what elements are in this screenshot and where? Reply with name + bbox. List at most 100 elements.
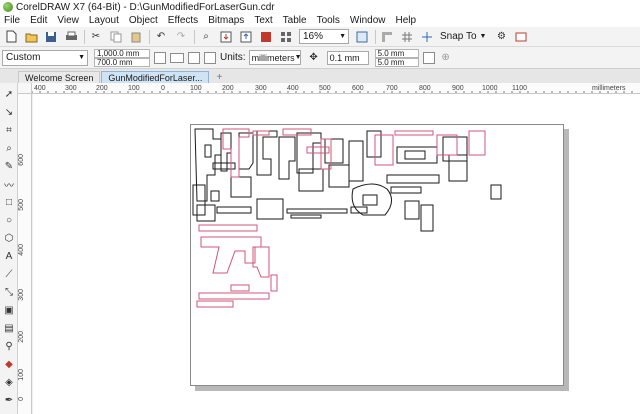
toolbar-separator <box>375 29 376 44</box>
horizontal-ruler-ticks <box>32 91 633 93</box>
coreldraw-logo-icon <box>3 2 13 12</box>
parallel-dimension-tool-icon[interactable]: ⟋ <box>3 268 15 280</box>
ruler-tick-label: 400 <box>18 244 25 256</box>
drawing-canvas[interactable] <box>33 94 640 414</box>
new-icon[interactable] <box>4 30 18 44</box>
export-icon[interactable] <box>239 30 253 44</box>
page-width-field[interactable]: 1,000.0 mm <box>94 48 150 58</box>
horizontal-ruler[interactable]: 400 300 200 100 0 100 200 300 400 500 60… <box>32 83 640 94</box>
application-launcher-icon[interactable] <box>514 30 528 44</box>
publish-pdf-icon[interactable] <box>259 30 273 44</box>
smart-fill-tool-icon[interactable]: ◈ <box>3 376 15 388</box>
import-icon[interactable] <box>219 30 233 44</box>
add-icon[interactable]: ⊕ <box>439 51 453 65</box>
page-size-preset-value: Custom <box>6 52 41 63</box>
new-tab-plus-icon[interactable]: + <box>213 71 225 83</box>
document-tabs: Welcome Screen GunModifiedForLaser... + <box>0 69 640 83</box>
menu-object[interactable]: Object <box>129 15 158 26</box>
outline-pen-icon[interactable]: ✒ <box>3 394 15 406</box>
menu-table[interactable]: Table <box>283 15 307 26</box>
cut-icon[interactable]: ✂ <box>89 30 103 44</box>
search-icon[interactable]: ⌕ <box>199 30 213 44</box>
ruler-origin[interactable] <box>18 83 32 94</box>
ruler-tick-label: 300 <box>18 289 25 301</box>
all-pages-icon[interactable] <box>188 51 200 64</box>
show-guidelines-icon[interactable] <box>420 30 434 44</box>
ruler-tick-label: 0 <box>18 397 25 401</box>
vertical-ruler[interactable]: 600 500 400 300 200 100 0 <box>18 94 32 414</box>
units-select[interactable]: millimeters ▼ <box>248 50 302 65</box>
polygon-tool-icon[interactable]: ⬡ <box>3 232 15 244</box>
duplicate-x-field[interactable]: 5.0 mm <box>374 48 419 58</box>
current-page-icon[interactable] <box>204 51 216 64</box>
ruler-tick-label: 200 <box>18 331 25 343</box>
tab-gun-modified-document[interactable]: GunModifiedForLaser... <box>101 71 210 83</box>
menu-view[interactable]: View <box>57 15 79 26</box>
snap-to-label: Snap To <box>440 31 477 42</box>
connector-tool-icon[interactable]: ⤡ <box>3 286 15 298</box>
copy-icon[interactable] <box>109 30 123 44</box>
menu-bar: File Edit View Layout Object Effects Bit… <box>0 14 640 27</box>
ellipse-tool-icon[interactable]: ○ <box>3 214 15 226</box>
freehand-tool-icon[interactable]: ✎ <box>3 160 15 172</box>
print-icon[interactable] <box>64 30 78 44</box>
eyedropper-tool-icon[interactable]: ⚲ <box>3 340 15 352</box>
toolbar-separator <box>84 29 85 44</box>
launcher-icon[interactable] <box>279 30 293 44</box>
ruler-tick-label: 500 <box>18 199 25 211</box>
portrait-icon[interactable] <box>154 51 166 64</box>
text-tool-icon[interactable]: A <box>3 250 15 262</box>
chevron-down-icon: ▼ <box>479 33 487 40</box>
zoom-level-combo[interactable]: 16% ▼ <box>299 29 349 44</box>
duplicate-y-field[interactable]: 5.0 mm <box>374 57 419 67</box>
toolbox: ➚ ↘ ⌗ ⌕ ✎ 〰 □ ○ ⬡ A ⟋ ⤡ ▣ ▤ ⚲ ◆ ◈ ✒ <box>0 83 18 414</box>
duplicate-distance: 5.0 mm 5.0 mm <box>374 48 419 67</box>
drop-shadow-tool-icon[interactable]: ▣ <box>3 304 15 316</box>
chevron-down-icon: ▼ <box>294 54 302 61</box>
artistic-media-tool-icon[interactable]: 〰 <box>3 178 15 192</box>
coreldraw-window: CorelDRAW X7 (64-Bit) - D:\GunModifiedFo… <box>0 0 640 414</box>
page-height-field[interactable]: 700.0 mm <box>94 57 150 67</box>
tab-welcome-screen[interactable]: Welcome Screen <box>18 71 101 83</box>
page-size-preset-select[interactable]: Custom ▼ <box>2 49 88 66</box>
nudge-icon: ✥ <box>309 52 318 63</box>
menu-help[interactable]: Help <box>396 15 417 26</box>
landscape-icon[interactable] <box>170 52 184 63</box>
menu-layout[interactable]: Layout <box>89 15 119 26</box>
options-icon[interactable]: ⚙ <box>494 30 508 44</box>
units-value: millimeters <box>251 52 295 63</box>
laser-cut-gun-parts-drawing <box>192 128 502 308</box>
menu-bitmaps[interactable]: Bitmaps <box>208 15 244 26</box>
show-grid-icon[interactable] <box>400 30 414 44</box>
drawing-page[interactable] <box>190 124 564 386</box>
full-screen-icon[interactable] <box>355 30 369 44</box>
property-bar: Custom ▼ 1,000.0 mm 700.0 mm Units: mill… <box>0 47 640 69</box>
undo-icon[interactable]: ↶ <box>154 30 168 44</box>
menu-tools[interactable]: Tools <box>317 15 340 26</box>
open-icon[interactable] <box>24 30 38 44</box>
menu-edit[interactable]: Edit <box>30 15 47 26</box>
menu-window[interactable]: Window <box>350 15 386 26</box>
chevron-down-icon: ▼ <box>339 33 346 40</box>
show-rulers-icon[interactable] <box>380 30 394 44</box>
snap-to-button[interactable]: Snap To ▼ <box>440 31 486 42</box>
nudge-distance-field[interactable]: 0.1 mm <box>326 50 369 65</box>
units-label: Units: <box>220 52 246 63</box>
transparency-tool-icon[interactable]: ▤ <box>3 322 15 334</box>
zoom-tool-icon[interactable]: ⌕ <box>3 142 15 154</box>
menu-effects[interactable]: Effects <box>168 15 198 26</box>
crop-tool-icon[interactable]: ⌗ <box>3 124 15 136</box>
redo-icon[interactable]: ↷ <box>174 30 188 44</box>
shape-tool-icon[interactable]: ↘ <box>3 106 15 118</box>
standard-toolbar: ✂ ↶ ↷ ⌕ 16% ▼ Snap To ▼ ⚙ <box>0 27 640 47</box>
toolbar-separator <box>194 29 195 44</box>
menu-file[interactable]: File <box>4 15 20 26</box>
treat-as-filled-icon[interactable] <box>422 51 435 64</box>
interactive-fill-tool-icon[interactable]: ◆ <box>3 358 15 370</box>
rectangle-tool-icon[interactable]: □ <box>3 196 15 208</box>
save-icon[interactable] <box>44 30 58 44</box>
menu-text[interactable]: Text <box>254 15 272 26</box>
chevron-down-icon: ▼ <box>78 54 85 61</box>
paste-icon[interactable] <box>129 30 143 44</box>
pick-tool-icon[interactable]: ➚ <box>3 88 15 100</box>
